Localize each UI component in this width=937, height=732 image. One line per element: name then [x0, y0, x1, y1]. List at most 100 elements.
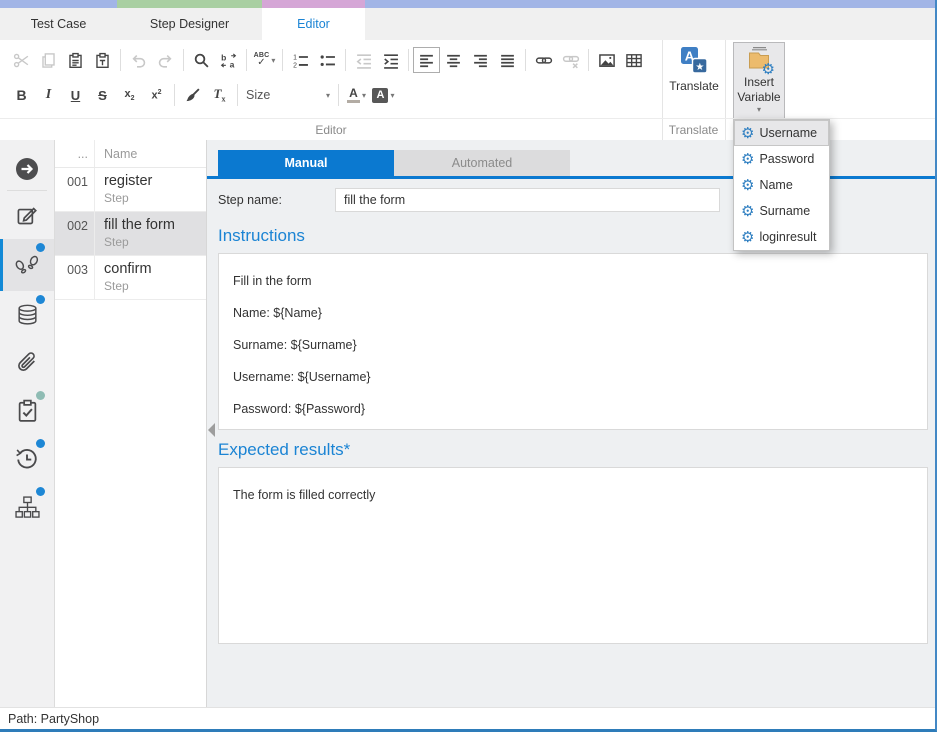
nav-attachments-button[interactable]: [0, 339, 54, 387]
bold-button[interactable]: B: [8, 82, 35, 108]
step-row-002[interactable]: 002 fill the formStep: [55, 212, 206, 256]
background-color-icon: A: [372, 88, 388, 103]
cut-button[interactable]: [8, 47, 35, 73]
gear-icon: ⚙: [741, 230, 754, 245]
underline-button[interactable]: U: [62, 82, 89, 108]
clipboard-check-icon: [16, 399, 39, 423]
paste-button[interactable]: [62, 47, 89, 73]
decrease-indent-button[interactable]: [350, 47, 377, 73]
paste-text-icon: [94, 52, 111, 69]
increase-indent-button[interactable]: [377, 47, 404, 73]
find-button[interactable]: [188, 47, 215, 73]
superscript-button[interactable]: x2: [143, 82, 170, 108]
text-color-icon: A: [347, 87, 360, 103]
nav-steps-button[interactable]: [0, 239, 54, 291]
remove-format-button[interactable]: Tx: [206, 82, 233, 108]
menu-item-username[interactable]: ⚙Username: [734, 120, 829, 146]
svg-text:2: 2: [293, 62, 297, 69]
remove-link-button[interactable]: [557, 47, 584, 73]
copy-icon: [40, 52, 57, 69]
numbered-list-icon: 12: [292, 52, 309, 69]
insert-variable-button[interactable]: ⚙ Insert Variable ▾: [733, 42, 785, 120]
strikethrough-button[interactable]: S: [89, 82, 116, 108]
instruction-line: Fill in the form: [233, 274, 913, 289]
tab-step-designer[interactable]: Step Designer: [117, 8, 262, 40]
strip-test-case: [0, 0, 117, 8]
database-icon: [15, 303, 40, 328]
instructions-editor[interactable]: Fill in the form Name: ${Name} Surname: …: [218, 253, 928, 430]
nav-history-button[interactable]: [0, 435, 54, 483]
step-row-001[interactable]: 001 registerStep: [55, 168, 206, 212]
tab-editor[interactable]: Editor: [262, 8, 365, 40]
paste-as-text-button[interactable]: [89, 47, 116, 73]
gear-icon: ⚙: [741, 204, 754, 219]
nav-checklist-button[interactable]: [0, 387, 54, 435]
remove-format-icon: Tx: [214, 86, 226, 104]
svg-text:a: a: [230, 59, 235, 69]
checklist-badge: [36, 391, 45, 400]
copy-button[interactable]: [35, 47, 62, 73]
subscript-button[interactable]: x2: [116, 82, 143, 108]
nav-data-button[interactable]: [0, 291, 54, 339]
toolbar-separator: [120, 49, 121, 71]
indent-icon: [382, 52, 399, 69]
insert-link-button[interactable]: [530, 47, 557, 73]
align-right-button[interactable]: [467, 47, 494, 73]
splitter-collapse-handle[interactable]: [208, 423, 215, 437]
align-left-button[interactable]: [413, 47, 440, 73]
nav-expand-button[interactable]: [0, 148, 54, 190]
align-center-button[interactable]: [440, 47, 467, 73]
copy-formatting-button[interactable]: [179, 82, 206, 108]
redo-button[interactable]: [152, 47, 179, 73]
menu-item-password[interactable]: ⚙Password: [734, 146, 829, 172]
menu-item-surname[interactable]: ⚙Surname: [734, 198, 829, 224]
tab-manual[interactable]: Manual: [218, 150, 394, 176]
tab-test-case[interactable]: Test Case: [0, 8, 117, 40]
nav-edit-button[interactable]: [0, 191, 54, 239]
step-row-003[interactable]: 003 confirmStep: [55, 256, 206, 300]
menu-item-label: Username: [759, 126, 817, 140]
edit-icon: [16, 204, 39, 226]
text-color-button[interactable]: A▾: [343, 82, 370, 108]
font-size-select[interactable]: Size▾: [242, 83, 334, 107]
chevron-down-icon: ▾: [390, 91, 394, 100]
menu-item-loginresult[interactable]: ⚙loginresult: [734, 224, 829, 250]
justify-button[interactable]: [494, 47, 521, 73]
background-color-button[interactable]: A▾: [370, 82, 397, 108]
chevron-down-icon: ▾: [757, 105, 761, 114]
gear-icon: ⚙: [741, 178, 754, 193]
strikethrough-icon: S: [98, 88, 107, 103]
bulleted-list-button[interactable]: [314, 47, 341, 73]
underline-icon: U: [71, 88, 80, 103]
undo-button[interactable]: [125, 47, 152, 73]
undo-icon: [130, 52, 147, 69]
translate-button[interactable]: A★ Translate: [669, 45, 719, 94]
unlink-icon: [562, 52, 580, 69]
left-nav-rail: [0, 140, 55, 707]
tab-automated[interactable]: Automated: [394, 150, 570, 176]
replace-icon: ba: [220, 52, 237, 69]
replace-button[interactable]: ba: [215, 47, 242, 73]
step-name-input[interactable]: [335, 188, 720, 212]
insert-table-button[interactable]: [620, 47, 647, 73]
numbered-list-button[interactable]: 12: [287, 47, 314, 73]
instruction-line: Surname: ${Surname}: [233, 338, 913, 353]
link-icon: [535, 52, 553, 69]
status-bar: Path: PartyShop: [0, 707, 935, 729]
nav-hierarchy-button[interactable]: [0, 483, 54, 531]
menu-item-name[interactable]: ⚙ Name: [734, 172, 829, 198]
toolbar-separator: [525, 49, 526, 71]
ribbon-row-1: ba ABC✓▾ 12: [8, 43, 662, 77]
toolbar-separator: [237, 84, 238, 106]
menu-item-label: Name: [759, 178, 792, 192]
gear-icon: ⚙: [741, 152, 754, 167]
align-left-icon: [418, 52, 435, 69]
chevron-down-icon: ▾: [362, 91, 366, 100]
spellcheck-button[interactable]: ABC✓▾: [251, 47, 278, 73]
insert-image-button[interactable]: [593, 47, 620, 73]
italic-button[interactable]: I: [35, 82, 62, 108]
svg-text:1: 1: [293, 54, 297, 61]
step-number: 003: [55, 256, 95, 299]
expected-line: The form is filled correctly: [233, 488, 913, 503]
expected-results-editor[interactable]: The form is filled correctly: [218, 467, 928, 644]
